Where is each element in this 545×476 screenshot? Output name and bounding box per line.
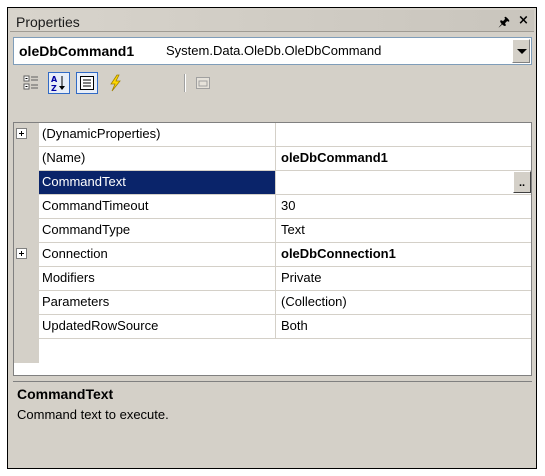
property-row[interactable]: (DynamicProperties)	[14, 123, 531, 147]
chevron-down-icon[interactable]	[512, 39, 530, 63]
property-name[interactable]: CommandTimeout	[39, 195, 276, 219]
property-row[interactable]: CommandText..	[14, 171, 531, 195]
row-gutter	[14, 123, 39, 147]
property-row[interactable]: (Name) oleDbCommand1	[14, 147, 531, 171]
window-title: Properties	[16, 14, 80, 30]
empty-row	[14, 339, 531, 363]
object-selector[interactable]: oleDbCommand1 System.Data.OleDb.OleDbCom…	[13, 37, 532, 65]
property-value[interactable]: Private	[276, 267, 531, 291]
events-icon[interactable]	[104, 72, 126, 94]
row-gutter	[14, 267, 39, 291]
property-row[interactable]: Parameters (Collection)	[14, 291, 531, 315]
object-name: oleDbCommand1	[19, 43, 135, 59]
property-pages-icon[interactable]	[192, 72, 214, 94]
toolbar-separator	[184, 74, 186, 92]
property-row[interactable]: CommandType Text	[14, 219, 531, 243]
property-name[interactable]: CommandText	[39, 171, 276, 195]
property-value[interactable]: Both	[276, 315, 531, 339]
row-gutter	[14, 219, 39, 243]
property-row[interactable]: Modifiers Private	[14, 267, 531, 291]
description-text: Command text to execute.	[17, 407, 169, 422]
property-row[interactable]: Connection oleDbConnection1	[14, 243, 531, 267]
property-name[interactable]: CommandType	[39, 219, 276, 243]
property-row[interactable]: CommandTimeout 30	[14, 195, 531, 219]
row-gutter	[14, 291, 39, 315]
property-value[interactable]: oleDbConnection1	[276, 243, 531, 267]
property-value[interactable]	[276, 171, 531, 195]
property-value[interactable]: (Collection)	[276, 291, 531, 315]
property-name[interactable]: Parameters	[39, 291, 276, 315]
categorized-icon[interactable]	[20, 72, 42, 94]
svg-text:A: A	[51, 75, 58, 84]
expand-plus-icon[interactable]	[16, 128, 27, 139]
object-type: System.Data.OleDb.OleDbCommand	[166, 43, 382, 58]
property-value[interactable]: Text	[276, 219, 531, 243]
expand-plus-icon[interactable]	[16, 248, 27, 259]
property-name[interactable]: (DynamicProperties)	[39, 123, 276, 147]
title-bar[interactable]: Properties 🖈 ×	[10, 10, 534, 32]
alphabetical-icon[interactable]: A Z	[48, 72, 70, 94]
row-gutter	[14, 195, 39, 219]
property-name[interactable]: UpdatedRowSource	[39, 315, 276, 339]
property-name[interactable]: (Name)	[39, 147, 276, 171]
properties-window: Properties 🖈 × oleDbCommand1 System.Data…	[7, 7, 537, 469]
property-grid: (DynamicProperties) (Name) oleDbCommand1 Co…	[13, 122, 532, 376]
property-value[interactable]: 30	[276, 195, 531, 219]
row-gutter	[14, 243, 39, 267]
property-name[interactable]: Connection	[39, 243, 276, 267]
row-gutter	[14, 339, 39, 363]
pin-icon[interactable]: 🖈	[498, 13, 510, 35]
description-title: CommandText	[17, 386, 114, 402]
property-value[interactable]: oleDbCommand1	[276, 147, 531, 171]
description-pane: CommandText Command text to execute.	[13, 381, 532, 465]
property-row[interactable]: UpdatedRowSource Both	[14, 315, 531, 339]
close-icon[interactable]: ×	[518, 13, 529, 28]
toolbar: A Z	[12, 70, 532, 98]
ellipsis-button[interactable]: ..	[513, 171, 531, 193]
property-value[interactable]	[276, 123, 531, 147]
properties-icon[interactable]	[76, 72, 98, 94]
row-gutter	[14, 147, 39, 171]
row-gutter	[14, 315, 39, 339]
property-name[interactable]: Modifiers	[39, 267, 276, 291]
row-gutter	[14, 171, 39, 195]
svg-text:Z: Z	[51, 84, 57, 92]
